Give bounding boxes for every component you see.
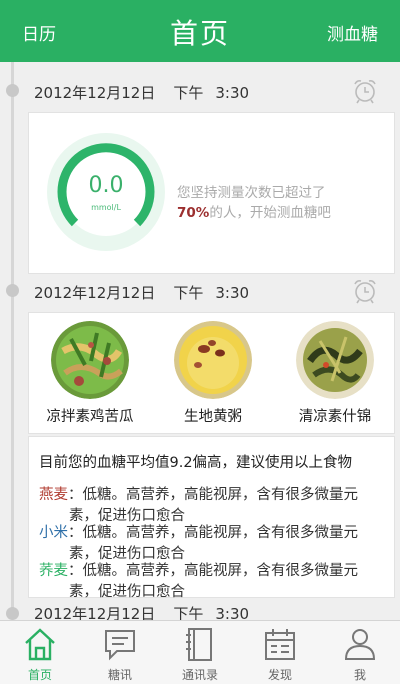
food-image-vegetable-mix[interactable] (296, 321, 374, 399)
bottom-nav: 首页 糖讯 通讯录 发现 我 (0, 620, 400, 684)
advice-desc-line1: ：低糖。高营养，高能视屏，含有很多微量元 (68, 487, 358, 503)
food-name: 凉拌素鸡苦瓜 (46, 409, 134, 425)
glucose-value: 0.0 (88, 173, 124, 198)
advice-desc-line2: 素，促进伤口愈合 (69, 584, 185, 600)
timeline-line (11, 62, 14, 618)
tip-percent: 70% (177, 205, 210, 221)
entry-date: 2012年12月12日 (34, 284, 156, 302)
timeline-dot (6, 284, 19, 297)
nav-label: 我 (353, 668, 366, 682)
entry-period: 下午 (173, 284, 204, 302)
timeline-dot (6, 607, 19, 620)
nav-me[interactable]: 我 (320, 621, 400, 684)
nav-discover[interactable]: 发现 (240, 621, 320, 684)
food-name: 清凉素什锦 (298, 409, 372, 425)
entry-period: 下午 (173, 84, 204, 102)
glucose-card[interactable]: 0.0 mmol/L 您坚持测量次数已超过了 70%的人，开始测血糖吧 (28, 112, 395, 274)
nav-contacts[interactable]: 通讯录 (160, 621, 240, 684)
tip-line1: 您坚持测量次数已超过了 (177, 185, 326, 201)
nav-home[interactable]: 首页 (0, 621, 80, 684)
advice-food-name: 燕麦 (39, 487, 68, 503)
food-name: 生地黄粥 (184, 409, 242, 425)
entry-time: 3:30 (215, 284, 250, 302)
entry-datetime: 2012年12月12日 下午 3:30 (34, 282, 261, 303)
app-header: 日历 首页 测血糖 (0, 0, 400, 62)
nav-label: 发现 (267, 668, 292, 682)
advice-food-name: 小米 (39, 525, 68, 541)
entry-datetime: 2012年12月12日 下午 3:30 (34, 82, 261, 103)
nav-label: 糖讯 (107, 668, 132, 682)
nav-label: 通讯录 (181, 668, 218, 682)
nav-label: 首页 (27, 668, 52, 682)
advice-food-name: 荞麦 (39, 563, 68, 579)
tip-line2: 的人，开始测血糖吧 (209, 205, 331, 221)
glucose-unit: mmol/L (91, 203, 121, 212)
food-card: 凉拌素鸡苦瓜 生地黄粥 清凉素什锦 (28, 312, 395, 434)
advice-desc-line1: ：低糖。高营养，高能视屏，含有很多微量元 (68, 563, 358, 579)
entry-date: 2012年12月12日 (34, 84, 156, 102)
advice-card: 目前您的血糖平均值9.2偏高，建议使用以上食物 燕麦：低糖。高营养，高能视屏，含… (28, 436, 395, 600)
glucose-gauge: 0.0 mmol/L (47, 133, 165, 251)
advice-desc-line1: ：低糖。高营养，高能视屏，含有很多微量元 (68, 525, 358, 541)
measure-glucose-button[interactable]: 测血糖 (327, 20, 378, 45)
advice-headline: 目前您的血糖平均值9.2偏高，建议使用以上食物 (39, 455, 353, 471)
alarm-clock-icon[interactable] (352, 278, 378, 304)
advice-item: 小米：低糖。高营养，高能视屏，含有很多微量元 素，促进伤口愈合 (39, 523, 384, 565)
person-icon (344, 629, 376, 660)
food-image-bitter-melon[interactable] (51, 321, 129, 399)
timeline-dot (6, 84, 19, 97)
chat-icon (105, 630, 135, 661)
nav-messages[interactable]: 糖讯 (80, 621, 160, 684)
food-image-porridge[interactable] (174, 321, 252, 399)
advice-item: 荞麦：低糖。高营养，高能视屏，含有很多微量元 素，促进伤口愈合 (39, 561, 384, 603)
alarm-clock-icon[interactable] (352, 78, 378, 104)
contacts-icon (186, 628, 212, 661)
home-icon (25, 628, 55, 661)
entry-time: 3:30 (215, 84, 250, 102)
encourage-tip: 您坚持测量次数已超过了 70%的人，开始测血糖吧 (177, 183, 331, 223)
advice-item: 燕麦：低糖。高营养，高能视屏，含有很多微量元 素，促进伤口愈合 (39, 485, 384, 527)
calendar-icon (265, 629, 295, 660)
